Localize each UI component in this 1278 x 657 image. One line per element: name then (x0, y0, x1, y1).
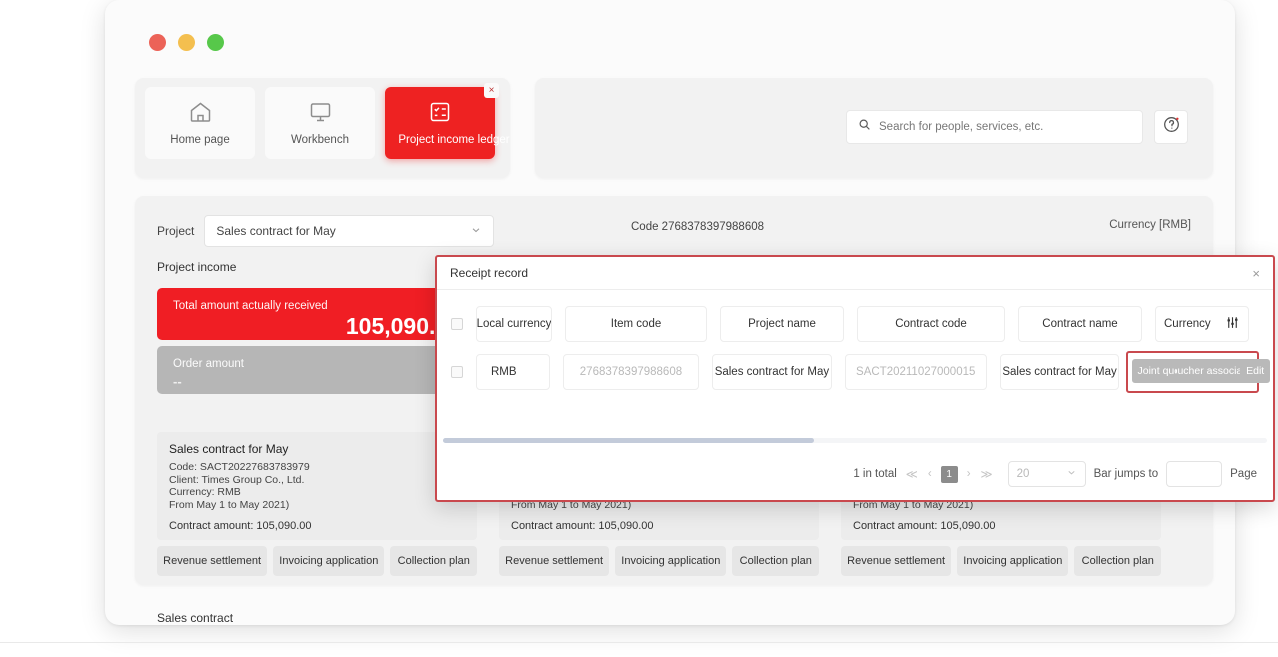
current-page-button[interactable]: 1 (941, 466, 958, 483)
project-income-label: Project income (157, 260, 236, 274)
column-header-currency-label: Currency (1164, 318, 1211, 330)
currency-text: Currency [RMB] (1109, 219, 1191, 231)
nav-tile-project-income-ledger[interactable]: × Project income ledger (385, 87, 495, 159)
total-received-label: Total amount actually received (173, 300, 461, 312)
cell-project-name: Sales contract for May (712, 354, 831, 390)
project-select[interactable]: Sales contract for May (204, 215, 494, 247)
contract-card: Sales contract for May Code: SACT2022768… (157, 432, 477, 576)
prev-page-button[interactable]: ‹ (927, 468, 933, 480)
order-amount-card: Order amount -- (157, 346, 477, 394)
revenue-settlement-button[interactable]: Revenue settlement (841, 546, 951, 576)
page-size-select[interactable]: 20 (1008, 461, 1086, 487)
window-traffic-lights (149, 34, 224, 51)
checklist-icon (427, 100, 453, 129)
column-header-contract-code[interactable]: Contract code (857, 306, 1005, 342)
top-strip: Home page Workbench × (135, 78, 1213, 178)
table-row: RMB 2768378397988608 Sales contract for … (437, 348, 1273, 396)
app-window: Home page Workbench × (105, 0, 1235, 625)
total-received-value: 105,090.00 (173, 313, 461, 340)
search-card (535, 78, 1213, 178)
horizontal-scrollbar[interactable] (443, 438, 1267, 443)
nav-tiles: Home page Workbench × (145, 87, 500, 159)
column-header-project-name[interactable]: Project name (720, 306, 844, 342)
window-titlebar (105, 0, 1235, 62)
maximize-window-button[interactable] (207, 34, 224, 51)
receipt-record-modal: Receipt record × Local currency Item cod… (435, 255, 1275, 502)
screen-root: Home page Workbench × (0, 0, 1278, 657)
jump-to-input[interactable] (1166, 461, 1222, 487)
home-icon (187, 100, 214, 129)
nav-tile-label: Project income ledger (398, 134, 509, 146)
invoicing-application-button[interactable]: Invoicing application (273, 546, 384, 576)
contract-amount: Contract amount: 105,090.00 (853, 511, 1149, 540)
global-search[interactable] (846, 110, 1143, 144)
minimize-window-button[interactable] (178, 34, 195, 51)
edit-button[interactable]: Edit (1240, 359, 1270, 383)
help-button[interactable] (1154, 110, 1188, 144)
order-amount-label: Order amount (173, 358, 461, 370)
chevron-down-icon (470, 224, 482, 239)
chevron-down-icon (1066, 467, 1077, 481)
close-window-button[interactable] (149, 34, 166, 51)
nav-tile-home-page[interactable]: Home page (145, 87, 255, 159)
project-select-value: Sales contract for May (216, 224, 335, 238)
order-amount-value: -- (173, 374, 461, 389)
nav-tiles-card: Home page Workbench × (135, 78, 510, 178)
cell-local-currency: RMB (476, 354, 550, 390)
cell-contract-code: SACT20211027000015 (845, 354, 987, 390)
contract-period: From May 1 to May 2021) (169, 499, 465, 512)
row-actions: Joint query Voucher association Edit (1126, 351, 1259, 393)
contract-code: Code: SACT20227683783979 (169, 461, 465, 474)
close-icon[interactable]: × (1252, 266, 1260, 281)
question-circle-icon (1162, 115, 1181, 139)
close-icon[interactable]: × (484, 83, 499, 98)
invoicing-application-button[interactable]: Invoicing application (615, 546, 726, 576)
voucher-association-button[interactable]: Voucher association (1176, 359, 1248, 383)
project-label: Project (157, 224, 194, 238)
page-size-value: 20 (1017, 468, 1030, 480)
jump-to-label: Bar jumps to (1094, 468, 1159, 480)
column-header-contract-name[interactable]: Contract name (1018, 306, 1142, 342)
modal-header: Receipt record × (437, 257, 1273, 290)
column-header-item-code[interactable]: Item code (565, 306, 707, 342)
monitor-icon (307, 100, 334, 129)
first-page-button[interactable]: ≪ (905, 467, 919, 481)
search-input[interactable] (879, 121, 1131, 133)
sliders-icon[interactable] (1225, 315, 1240, 333)
collection-plan-button[interactable]: Collection plan (732, 546, 819, 576)
page-word-label: Page (1230, 468, 1257, 480)
total-count-label: 1 in total (853, 468, 896, 480)
contract-title: Sales contract for May (169, 442, 465, 456)
column-header-currency[interactable]: Currency (1155, 306, 1249, 342)
row-select-checkbox[interactable] (451, 366, 463, 378)
contract-client: Client: Times Group Co., Ltd. (169, 474, 465, 487)
next-page-button[interactable]: › (966, 468, 972, 480)
pagination: 1 in total ≪ ‹ 1 › ≫ 20 Bar jumps to Pag… (437, 448, 1273, 500)
revenue-settlement-button[interactable]: Revenue settlement (157, 546, 267, 576)
contract-currency: Currency: RMB (169, 486, 465, 499)
total-received-card: Total amount actually received 105,090.0… (157, 288, 477, 340)
collection-plan-button[interactable]: Collection plan (390, 546, 477, 576)
project-selector-row: Project Sales contract for May (157, 215, 494, 247)
modal-title: Receipt record (450, 266, 528, 280)
last-page-button[interactable]: ≫ (980, 467, 994, 481)
contract-amount: Contract amount: 105,090.00 (511, 511, 807, 540)
invoicing-application-button[interactable]: Invoicing application (957, 546, 1068, 576)
nav-tile-label: Home page (170, 134, 229, 146)
cell-contract-name: Sales contract for May (1000, 354, 1119, 390)
bottom-divider (0, 642, 1278, 643)
select-all-checkbox[interactable] (451, 318, 463, 330)
revenue-settlement-button[interactable]: Revenue settlement (499, 546, 609, 576)
column-header-local-currency[interactable]: Local currency (476, 306, 552, 342)
search-icon (858, 118, 871, 136)
receipt-table: Local currency Item code Project name Co… (437, 290, 1273, 430)
contract-amount: Contract amount: 105,090.00 (169, 511, 465, 540)
cell-item-code: 2768378397988608 (563, 354, 700, 390)
nav-tile-label: Workbench (291, 134, 349, 146)
project-code-text: Code 2768378397988608 (631, 221, 764, 233)
nav-tile-workbench[interactable]: Workbench (265, 87, 375, 159)
collection-plan-button[interactable]: Collection plan (1074, 546, 1161, 576)
table-header-row: Local currency Item code Project name Co… (437, 300, 1273, 348)
sales-contract-label: Sales contract (157, 611, 233, 625)
